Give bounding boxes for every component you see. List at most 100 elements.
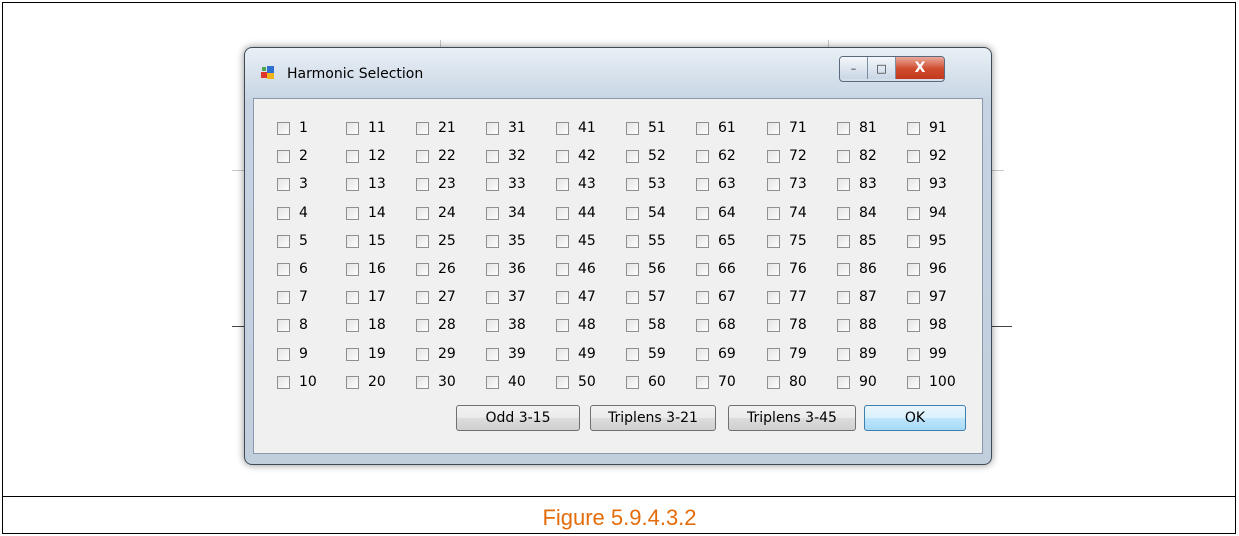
checkbox-box[interactable]	[696, 234, 709, 248]
checkbox-box[interactable]	[556, 121, 569, 135]
checkbox-box[interactable]	[416, 290, 429, 304]
checkbox-box[interactable]	[626, 318, 639, 332]
checkbox-box[interactable]	[346, 206, 359, 220]
harmonic-checkbox-39[interactable]: 39	[486, 346, 526, 362]
checkbox-box[interactable]	[346, 121, 359, 135]
checkbox-box[interactable]	[556, 149, 569, 163]
checkbox-box[interactable]	[277, 318, 290, 332]
harmonic-checkbox-20[interactable]: 20	[346, 374, 386, 390]
harmonic-checkbox-32[interactable]: 32	[486, 148, 526, 164]
harmonic-checkbox-56[interactable]: 56	[626, 261, 666, 277]
checkbox-box[interactable]	[416, 375, 429, 389]
checkbox-box[interactable]	[907, 347, 920, 361]
checkbox-box[interactable]	[277, 290, 290, 304]
harmonic-checkbox-99[interactable]: 99	[907, 346, 947, 362]
harmonic-checkbox-27[interactable]: 27	[416, 289, 456, 305]
checkbox-box[interactable]	[277, 234, 290, 248]
checkbox-box[interactable]	[767, 375, 780, 389]
minimize-button[interactable]: –	[840, 57, 868, 79]
harmonic-checkbox-35[interactable]: 35	[486, 233, 526, 249]
checkbox-box[interactable]	[626, 149, 639, 163]
harmonic-checkbox-95[interactable]: 95	[907, 233, 947, 249]
odd-3-15-button[interactable]: Odd 3-15	[456, 405, 580, 431]
harmonic-checkbox-84[interactable]: 84	[837, 205, 877, 221]
checkbox-box[interactable]	[556, 177, 569, 191]
checkbox-box[interactable]	[556, 234, 569, 248]
checkbox-box[interactable]	[416, 149, 429, 163]
harmonic-checkbox-36[interactable]: 36	[486, 261, 526, 277]
harmonic-checkbox-58[interactable]: 58	[626, 317, 666, 333]
harmonic-checkbox-25[interactable]: 25	[416, 233, 456, 249]
checkbox-box[interactable]	[486, 149, 499, 163]
harmonic-checkbox-64[interactable]: 64	[696, 205, 736, 221]
checkbox-box[interactable]	[626, 177, 639, 191]
harmonic-checkbox-12[interactable]: 12	[346, 148, 386, 164]
harmonic-checkbox-33[interactable]: 33	[486, 176, 526, 192]
harmonic-checkbox-34[interactable]: 34	[486, 205, 526, 221]
checkbox-box[interactable]	[626, 234, 639, 248]
checkbox-box[interactable]	[696, 177, 709, 191]
checkbox-box[interactable]	[767, 149, 780, 163]
harmonic-checkbox-13[interactable]: 13	[346, 176, 386, 192]
harmonic-checkbox-87[interactable]: 87	[837, 289, 877, 305]
harmonic-checkbox-42[interactable]: 42	[556, 148, 596, 164]
checkbox-box[interactable]	[416, 318, 429, 332]
checkbox-box[interactable]	[486, 347, 499, 361]
harmonic-checkbox-19[interactable]: 19	[346, 346, 386, 362]
harmonic-checkbox-3[interactable]: 3	[277, 176, 308, 192]
checkbox-box[interactable]	[907, 177, 920, 191]
harmonic-checkbox-7[interactable]: 7	[277, 289, 308, 305]
checkbox-box[interactable]	[277, 262, 290, 276]
checkbox-box[interactable]	[626, 290, 639, 304]
checkbox-box[interactable]	[277, 206, 290, 220]
checkbox-box[interactable]	[837, 121, 850, 135]
checkbox-box[interactable]	[486, 375, 499, 389]
checkbox-box[interactable]	[556, 318, 569, 332]
checkbox-box[interactable]	[907, 262, 920, 276]
checkbox-box[interactable]	[346, 318, 359, 332]
checkbox-box[interactable]	[767, 177, 780, 191]
checkbox-box[interactable]	[556, 375, 569, 389]
harmonic-checkbox-77[interactable]: 77	[767, 289, 807, 305]
harmonic-checkbox-1[interactable]: 1	[277, 120, 308, 136]
harmonic-checkbox-96[interactable]: 96	[907, 261, 947, 277]
checkbox-box[interactable]	[696, 347, 709, 361]
harmonic-checkbox-88[interactable]: 88	[837, 317, 877, 333]
harmonic-checkbox-14[interactable]: 14	[346, 205, 386, 221]
checkbox-box[interactable]	[696, 149, 709, 163]
harmonic-checkbox-54[interactable]: 54	[626, 205, 666, 221]
harmonic-checkbox-78[interactable]: 78	[767, 317, 807, 333]
harmonic-checkbox-92[interactable]: 92	[907, 148, 947, 164]
harmonic-checkbox-24[interactable]: 24	[416, 205, 456, 221]
harmonic-checkbox-74[interactable]: 74	[767, 205, 807, 221]
harmonic-checkbox-90[interactable]: 90	[837, 374, 877, 390]
harmonic-checkbox-76[interactable]: 76	[767, 261, 807, 277]
checkbox-box[interactable]	[556, 347, 569, 361]
checkbox-box[interactable]	[837, 206, 850, 220]
checkbox-box[interactable]	[837, 347, 850, 361]
checkbox-box[interactable]	[696, 206, 709, 220]
harmonic-checkbox-38[interactable]: 38	[486, 317, 526, 333]
checkbox-box[interactable]	[277, 375, 290, 389]
harmonic-checkbox-69[interactable]: 69	[696, 346, 736, 362]
harmonic-checkbox-53[interactable]: 53	[626, 176, 666, 192]
harmonic-checkbox-65[interactable]: 65	[696, 233, 736, 249]
harmonic-checkbox-15[interactable]: 15	[346, 233, 386, 249]
harmonic-checkbox-70[interactable]: 70	[696, 374, 736, 390]
triplens-3-21-button[interactable]: Triplens 3-21	[590, 405, 716, 431]
checkbox-box[interactable]	[626, 206, 639, 220]
harmonic-checkbox-85[interactable]: 85	[837, 233, 877, 249]
checkbox-box[interactable]	[696, 262, 709, 276]
checkbox-box[interactable]	[486, 206, 499, 220]
checkbox-box[interactable]	[346, 290, 359, 304]
harmonic-checkbox-26[interactable]: 26	[416, 261, 456, 277]
harmonic-checkbox-9[interactable]: 9	[277, 346, 308, 362]
checkbox-box[interactable]	[767, 206, 780, 220]
checkbox-box[interactable]	[767, 234, 780, 248]
harmonic-checkbox-68[interactable]: 68	[696, 317, 736, 333]
harmonic-checkbox-4[interactable]: 4	[277, 205, 308, 221]
harmonic-checkbox-57[interactable]: 57	[626, 289, 666, 305]
checkbox-box[interactable]	[696, 290, 709, 304]
checkbox-box[interactable]	[767, 347, 780, 361]
checkbox-box[interactable]	[837, 177, 850, 191]
